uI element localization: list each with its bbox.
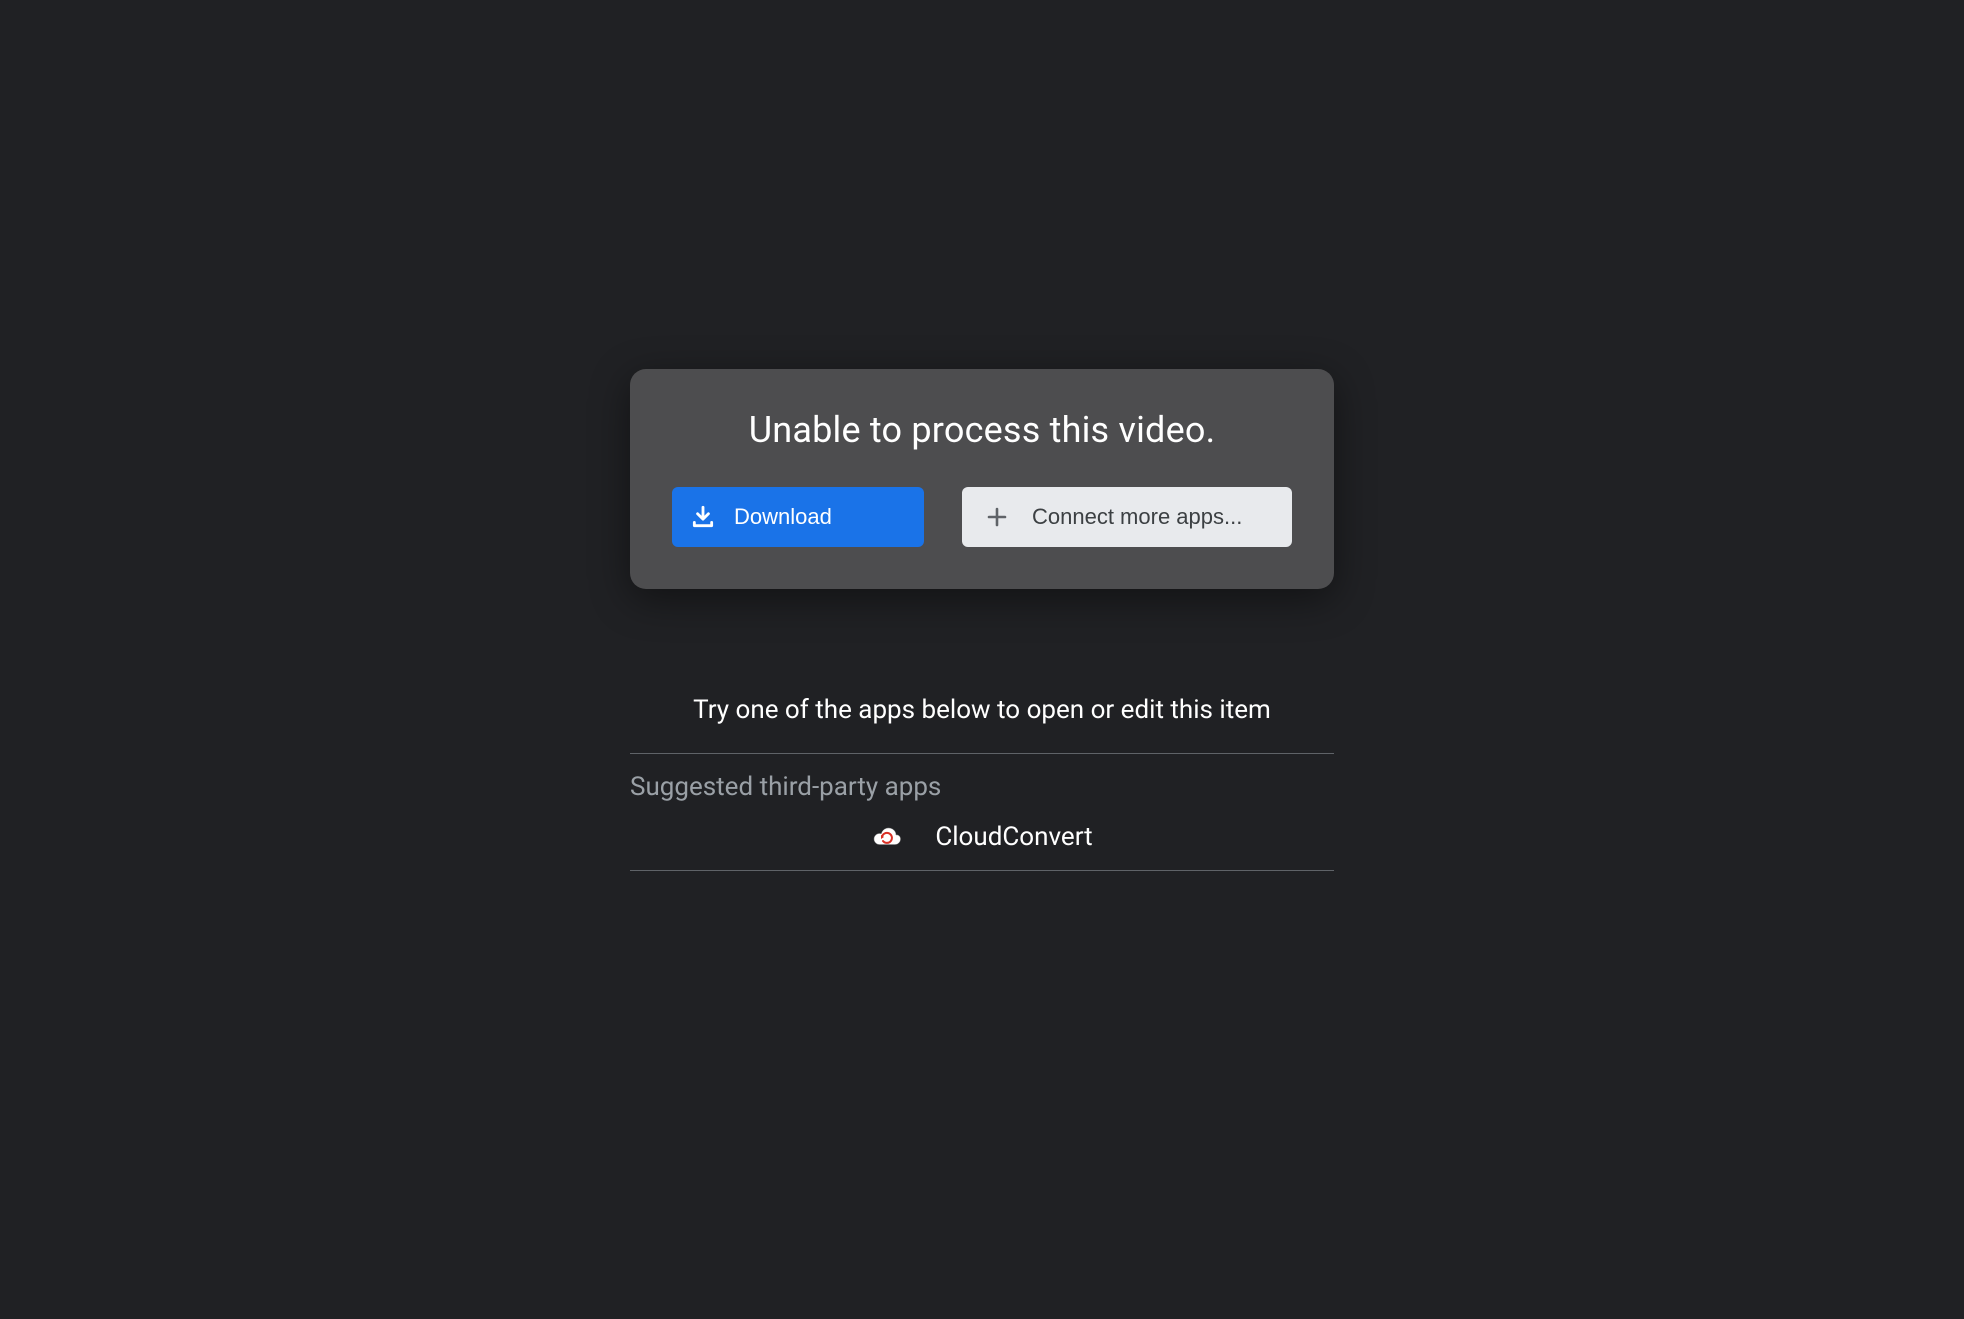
try-apps-text: Try one of the apps below to open or edi… — [693, 695, 1271, 725]
connect-more-apps-label: Connect more apps... — [1032, 504, 1292, 530]
suggested-app-cloudconvert[interactable]: CloudConvert — [630, 816, 1334, 870]
connect-more-apps-button[interactable]: Connect more apps... — [962, 487, 1292, 547]
download-icon — [672, 504, 734, 530]
suggested-apps-section: Suggested third-party apps CloudConvert — [630, 753, 1334, 871]
error-title: Unable to process this video. — [749, 409, 1216, 451]
suggested-apps-heading: Suggested third-party apps — [630, 772, 1334, 802]
divider-top — [630, 753, 1334, 754]
download-button[interactable]: Download — [672, 487, 924, 547]
plus-icon — [962, 505, 1032, 529]
suggested-app-name: CloudConvert — [935, 822, 1092, 852]
cloud-convert-icon — [871, 826, 901, 848]
divider-bottom — [630, 870, 1334, 871]
content-wrapper: Unable to process this video. Download — [630, 369, 1334, 871]
button-row: Download Connect more apps... — [672, 487, 1292, 547]
error-card: Unable to process this video. Download — [630, 369, 1334, 589]
download-button-label: Download — [734, 504, 924, 530]
